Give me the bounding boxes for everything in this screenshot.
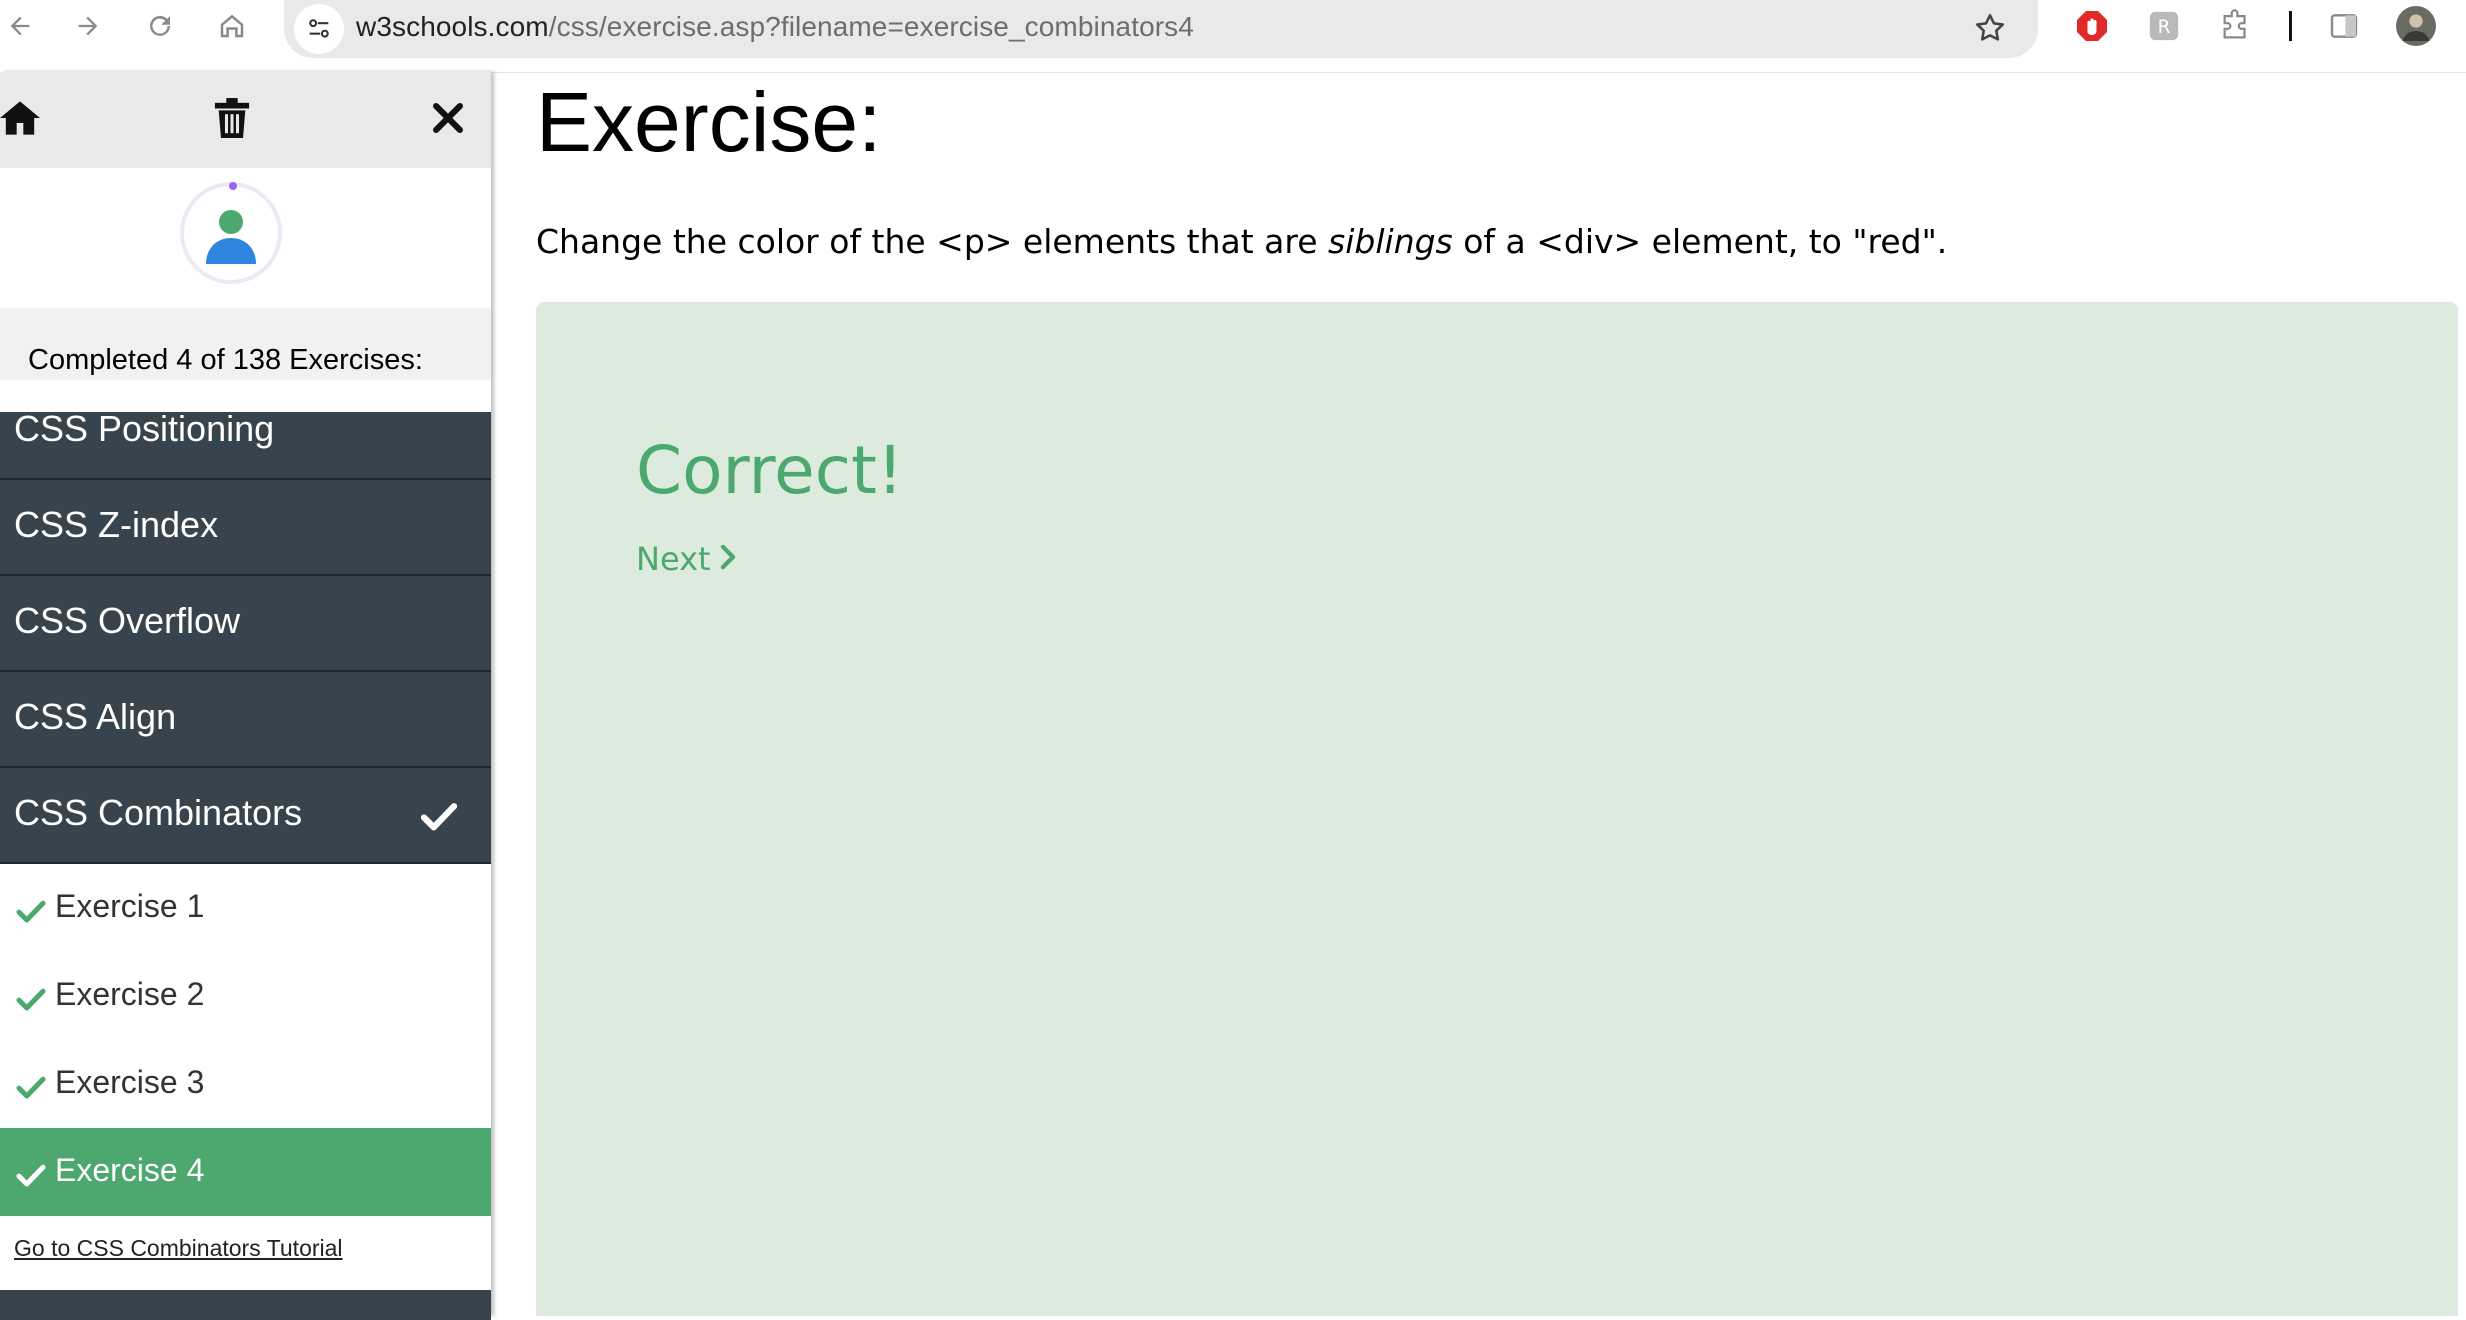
url-text: w3schools.com/css/exercise.asp?filename=… bbox=[356, 11, 1194, 43]
side-panel-icon[interactable] bbox=[2324, 6, 2364, 46]
menu-item-label: CSS Positioning bbox=[14, 408, 275, 449]
check-icon bbox=[16, 1158, 46, 1195]
browser-toolbar: w3schools.com/css/exercise.asp?filename=… bbox=[0, 0, 2466, 73]
close-icon[interactable] bbox=[422, 92, 474, 144]
instruction-text-start: Change the color of the <p> elements tha… bbox=[536, 222, 1329, 261]
topic-menu: CSS Positioning CSS Z-index CSS Overflow… bbox=[0, 408, 491, 1216]
menu-item-label: CSS Z-index bbox=[14, 504, 219, 545]
exercise-item-4[interactable]: Exercise 4 bbox=[0, 1128, 491, 1216]
toolbar-divider bbox=[2282, 6, 2298, 46]
exercise-sidebar: Completed 4 of 138 Exercises: CSS Positi… bbox=[0, 72, 491, 1320]
profile-avatar-icon[interactable] bbox=[2394, 6, 2438, 46]
menu-item-label: CSS Align bbox=[14, 696, 177, 737]
trash-icon[interactable] bbox=[206, 92, 258, 144]
page-title: Exercise: bbox=[536, 75, 882, 169]
exercise-item-3[interactable]: Exercise 3 bbox=[0, 1040, 491, 1128]
profile-card bbox=[0, 168, 491, 308]
menu-item-label: CSS Overflow bbox=[14, 600, 241, 641]
forward-icon[interactable] bbox=[68, 0, 108, 52]
menu-item-label: CSS Combinators bbox=[14, 792, 303, 833]
check-icon bbox=[16, 982, 46, 1019]
instruction-text-end: of a <div> element, to "red". bbox=[1452, 222, 1948, 261]
completed-count: Completed 4 of 138 Exercises: bbox=[28, 344, 423, 376]
next-link[interactable]: Next bbox=[636, 540, 737, 578]
progress-profile: Completed 4 of 138 Exercises: bbox=[0, 168, 491, 380]
adblock-extension-icon[interactable] bbox=[2072, 6, 2112, 46]
instruction-emphasis: siblings bbox=[1328, 222, 1453, 261]
bookmark-star-icon[interactable] bbox=[1972, 10, 2008, 51]
chevron-right-icon bbox=[719, 540, 737, 578]
check-icon bbox=[420, 798, 458, 840]
result-title: Correct! bbox=[636, 432, 904, 509]
next-label: Next bbox=[636, 540, 711, 578]
exercise-label: Exercise 1 bbox=[55, 888, 205, 924]
url-host: w3schools.com bbox=[356, 11, 549, 42]
puzzle-extensions-icon[interactable] bbox=[2216, 6, 2256, 46]
exercise-instruction: Change the color of the <p> elements tha… bbox=[536, 222, 1947, 261]
home-icon[interactable] bbox=[212, 0, 252, 52]
reload-icon[interactable] bbox=[140, 0, 180, 52]
extension-icon[interactable]: R bbox=[2144, 6, 2184, 46]
check-icon bbox=[16, 894, 46, 931]
progress-indicator bbox=[229, 182, 237, 190]
sidebar-toolbar bbox=[0, 72, 491, 168]
exercise-label: Exercise 3 bbox=[55, 1064, 205, 1100]
exercise-label: Exercise 4 bbox=[55, 1152, 205, 1188]
back-icon[interactable] bbox=[0, 0, 40, 52]
svg-text:R: R bbox=[2158, 17, 2171, 38]
menu-item-css-overflow[interactable]: CSS Overflow bbox=[0, 576, 491, 672]
result-panel: Correct! Next bbox=[536, 302, 2458, 1316]
menu-item-css-combinators[interactable]: CSS Combinators bbox=[0, 768, 491, 864]
exercise-item-1[interactable]: Exercise 1 bbox=[0, 864, 491, 952]
menu-item-css-positioning[interactable]: CSS Positioning bbox=[0, 408, 491, 480]
check-icon bbox=[16, 1070, 46, 1107]
exercise-label: Exercise 2 bbox=[55, 976, 205, 1012]
menu-item-css-align[interactable]: CSS Align bbox=[0, 672, 491, 768]
address-bar[interactable]: w3schools.com/css/exercise.asp?filename=… bbox=[284, 0, 2038, 58]
site-settings-icon[interactable] bbox=[294, 4, 344, 54]
menu-item-css-z-index[interactable]: CSS Z-index bbox=[0, 480, 491, 576]
url-path: /css/exercise.asp?filename=exercise_comb… bbox=[548, 11, 1194, 42]
tutorial-link[interactable]: Go to CSS Combinators Tutorial bbox=[14, 1235, 343, 1262]
user-avatar-icon bbox=[200, 208, 262, 269]
exercise-item-2[interactable]: Exercise 2 bbox=[0, 952, 491, 1040]
home-icon[interactable] bbox=[0, 92, 46, 144]
